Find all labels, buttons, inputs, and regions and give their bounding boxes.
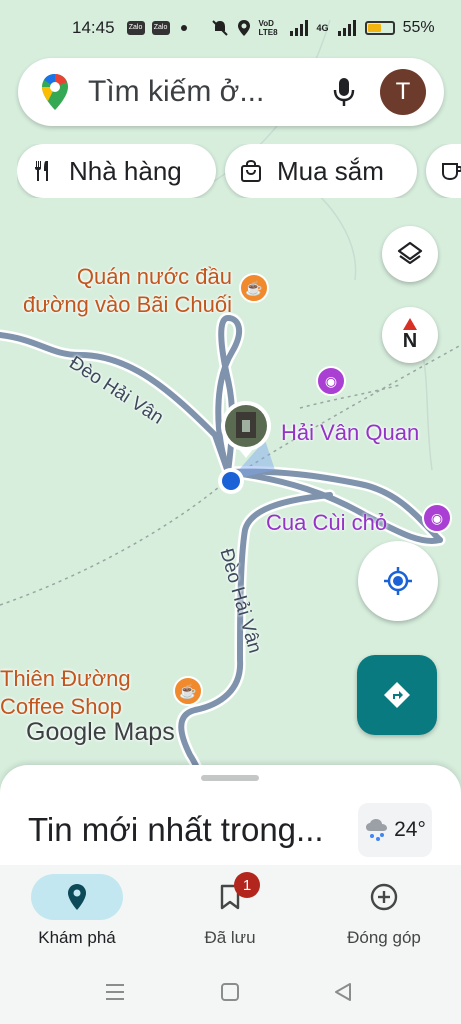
network-label-4g: 4G [316, 23, 329, 33]
battery-icon [364, 21, 395, 35]
bottom-nav: Khám phá 1 Đã lưu Đóng góp [0, 865, 461, 965]
coffee-icon[interactable]: ☕ [173, 676, 203, 706]
zalo-icon: Zalo [151, 21, 170, 35]
nav-explore[interactable]: Khám phá [0, 865, 154, 965]
coffee-icon[interactable]: ☕ [239, 273, 269, 303]
chip-label: Mua sắm [277, 155, 384, 186]
weather-chip[interactable]: 24° [358, 803, 432, 857]
notification-dot-icon [180, 25, 187, 31]
compass-label: N [402, 329, 418, 352]
fork-knife-icon [35, 161, 48, 181]
nav-saved[interactable]: 1 Đã lưu [153, 865, 307, 965]
directions-icon [384, 682, 410, 708]
nav-saved-pill[interactable]: 1 [184, 872, 276, 920]
add-circle-icon [370, 883, 398, 911]
nav-contribute-pill[interactable] [338, 874, 430, 920]
recents-icon[interactable] [106, 984, 124, 1000]
shopping-bag-icon [241, 159, 261, 182]
camera-icon[interactable]: ◉ [422, 503, 452, 533]
place-label-cua-cui-cho[interactable]: Cua Cùi chỏ [266, 509, 387, 537]
place-label-thien-duong-line2: Coffee Shop [0, 694, 122, 719]
location-icon [237, 20, 250, 36]
status-icons: VoD LTE8 4G 55% [211, 19, 435, 37]
coffee-icon [442, 163, 461, 181]
chip-restaurants[interactable]: Nhà hàng [17, 144, 216, 198]
search-bar[interactable]: Tìm kiếm ở... T [18, 58, 444, 126]
nav-contribute[interactable]: Đóng góp [307, 865, 461, 965]
place-label-quan-nuoc[interactable]: Quán nước đầu đường vào Bãi Chuối [8, 263, 232, 319]
system-nav-bar [0, 965, 461, 1024]
my-location-button[interactable] [358, 541, 438, 621]
nav-contribute-label: Đóng góp [347, 928, 421, 947]
home-icon[interactable] [221, 983, 239, 1001]
place-label-quan-nuoc-line1: Quán nước đầu [76, 264, 232, 289]
nav-saved-label: Đã lưu [204, 928, 256, 947]
back-icon[interactable] [335, 983, 351, 1001]
rain-cloud-icon [366, 819, 388, 841]
layers-button[interactable] [382, 226, 438, 282]
camera-icon[interactable]: ◉ [316, 366, 346, 396]
bell-muted-icon [211, 20, 228, 36]
saved-badge: 1 [234, 872, 260, 898]
google-maps-brand: Google Maps [26, 718, 175, 746]
microphone-icon[interactable] [330, 76, 358, 108]
category-chips: Nhà hàng Mua sắm [17, 144, 461, 198]
zalo-icon: Zalo [126, 21, 145, 35]
bottom-sheet[interactable]: Tin mới nhất trong... 24° [0, 765, 461, 875]
nav-explore-pill[interactable] [31, 874, 123, 920]
search-input[interactable]: Tìm kiếm ở... [88, 75, 330, 109]
place-label-thien-duong[interactable]: Thiên Đường Coffee Shop [0, 665, 131, 721]
chip-coffee[interactable] [426, 144, 461, 198]
nav-explore-label: Khám phá [38, 928, 116, 947]
battery-percent: 55% [402, 19, 435, 36]
place-label-thien-duong-line1: Thiên Đường [0, 666, 131, 691]
my-location-icon [384, 567, 412, 595]
chip-shopping[interactable]: Mua sắm [225, 144, 417, 198]
avatar[interactable]: T [380, 69, 426, 115]
sheet-title[interactable]: Tin mới nhất trong... [28, 811, 324, 849]
chip-label: Nhà hàng [69, 155, 182, 186]
network-label-volte: VoD LTE8 [258, 19, 278, 37]
layers-icon [397, 241, 423, 265]
sheet-drag-handle[interactable] [201, 775, 259, 781]
weather-temp: 24° [394, 818, 426, 841]
signal-icon [337, 20, 356, 36]
place-label-quan-nuoc-line2: đường vào Bãi Chuối [23, 292, 232, 317]
place-label-hai-van-quan[interactable]: Hải Vân Quan [281, 419, 419, 447]
compass-needle-icon [403, 317, 417, 330]
status-time: 14:45 [72, 18, 115, 37]
status-bar: 14:45 Zalo Zalo VoD LTE8 4G 55% [0, 0, 461, 56]
pin-icon [68, 884, 86, 910]
google-maps-pin-icon [42, 74, 68, 110]
compass-button[interactable]: N [382, 307, 438, 363]
directions-button[interactable] [357, 655, 437, 735]
system-nav-icons [106, 983, 351, 1001]
signal-icon [289, 20, 308, 36]
